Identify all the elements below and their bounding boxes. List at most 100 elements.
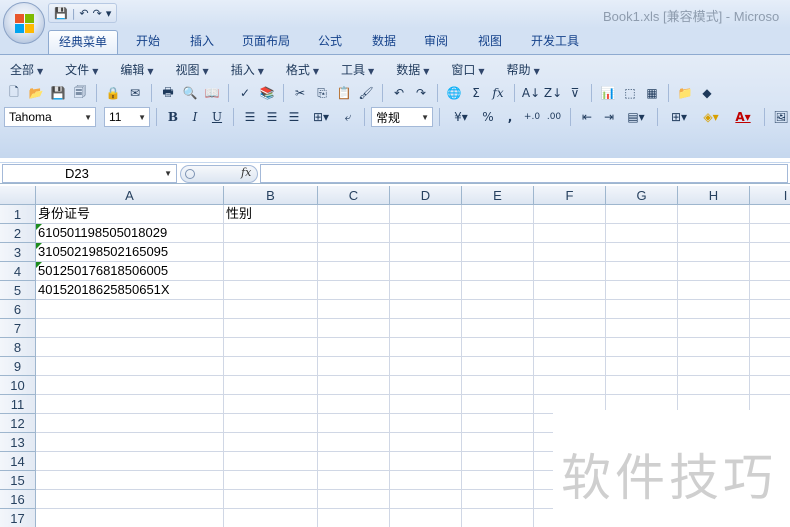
function-icon[interactable]: fx [488, 83, 508, 103]
menu-view[interactable]: 视图 ▼ [170, 59, 215, 79]
column-header-a[interactable]: A [36, 186, 224, 205]
cell-e12[interactable] [462, 414, 534, 433]
increase-decimal-button[interactable]: +.0 [522, 107, 542, 127]
menu-data[interactable]: 数据 ▼ [390, 59, 435, 79]
column-header-b[interactable]: B [224, 186, 318, 205]
customize-qat-icon[interactable]: ▾ [106, 7, 112, 20]
align-right-icon[interactable]: ☰ [284, 107, 304, 127]
save-icon[interactable]: 💾 [48, 83, 68, 103]
research-book-icon[interactable]: 📚 [257, 83, 277, 103]
cell-h1[interactable] [678, 205, 750, 224]
row-header-13[interactable]: 13 [0, 433, 36, 452]
column-header-c[interactable]: C [318, 186, 390, 205]
cell-c3[interactable] [318, 243, 390, 262]
cell-b10[interactable] [224, 376, 318, 395]
cell-c11[interactable] [318, 395, 390, 414]
row-header-11[interactable]: 11 [0, 395, 36, 414]
cell-f9[interactable] [534, 357, 606, 376]
cell-i6[interactable] [750, 300, 790, 319]
cell-h9[interactable] [678, 357, 750, 376]
cell-f3[interactable] [534, 243, 606, 262]
wrap-text-icon[interactable]: ⤶ [338, 107, 358, 127]
cell-d6[interactable] [390, 300, 462, 319]
row-header-10[interactable]: 10 [0, 376, 36, 395]
cell-d9[interactable] [390, 357, 462, 376]
cell-d14[interactable] [390, 452, 462, 471]
cell-g9[interactable] [606, 357, 678, 376]
cell-g8[interactable] [606, 338, 678, 357]
row-header-16[interactable]: 16 [0, 490, 36, 509]
cell-b16[interactable] [224, 490, 318, 509]
cell-e17[interactable] [462, 509, 534, 527]
tab-developer[interactable]: 开发工具 [520, 30, 590, 54]
cell-e16[interactable] [462, 490, 534, 509]
cell-e5[interactable] [462, 281, 534, 300]
cell-b9[interactable] [224, 357, 318, 376]
cell-b14[interactable] [224, 452, 318, 471]
font-name-select[interactable]: Tahoma ▼ [4, 107, 96, 127]
cell-a10[interactable] [36, 376, 224, 395]
spelling-icon[interactable]: ✓ [235, 83, 255, 103]
chart-icon[interactable]: 📊 [598, 83, 618, 103]
font-color-icon[interactable]: A▾ [728, 107, 758, 127]
tab-classic-menu[interactable]: 经典菜单 [48, 30, 118, 54]
cell-a1[interactable]: 身份证号 [36, 205, 224, 224]
cell-f8[interactable] [534, 338, 606, 357]
menu-tools[interactable]: 工具 ▼ [335, 59, 380, 79]
column-header-d[interactable]: D [390, 186, 462, 205]
styles-icon[interactable]: 🖼 [771, 107, 790, 127]
align-center-icon[interactable]: ☰ [262, 107, 282, 127]
cut-icon[interactable]: ✂ [290, 83, 310, 103]
row-header-7[interactable]: 7 [0, 319, 36, 338]
cell-f10[interactable] [534, 376, 606, 395]
email-icon[interactable]: ✉ [125, 83, 145, 103]
permission-icon[interactable]: 🔒 [103, 83, 123, 103]
name-box[interactable]: D23 ▼ [2, 164, 177, 183]
cell-g6[interactable] [606, 300, 678, 319]
cell-b3[interactable] [224, 243, 318, 262]
cell-e4[interactable] [462, 262, 534, 281]
cell-e13[interactable] [462, 433, 534, 452]
redo-icon[interactable]: ↷ [93, 7, 102, 20]
cell-b8[interactable] [224, 338, 318, 357]
column-header-h[interactable]: H [678, 186, 750, 205]
diamond-icon[interactable]: ◆ [697, 83, 717, 103]
cell-h6[interactable] [678, 300, 750, 319]
save-icon[interactable]: 💾 [54, 7, 68, 20]
cell-e8[interactable] [462, 338, 534, 357]
cell-c12[interactable] [318, 414, 390, 433]
decrease-decimal-button[interactable]: .00 [544, 107, 564, 127]
cell-a14[interactable] [36, 452, 224, 471]
insert-function-icon[interactable]: fx [241, 166, 251, 179]
cell-b5[interactable] [224, 281, 318, 300]
cell-d11[interactable] [390, 395, 462, 414]
cell-f1[interactable] [534, 205, 606, 224]
cell-a13[interactable] [36, 433, 224, 452]
cell-e2[interactable] [462, 224, 534, 243]
menu-format[interactable]: 格式 ▼ [280, 59, 325, 79]
cell-h4[interactable] [678, 262, 750, 281]
cell-d16[interactable] [390, 490, 462, 509]
cell-b15[interactable] [224, 471, 318, 490]
cell-b7[interactable] [224, 319, 318, 338]
cell-f7[interactable] [534, 319, 606, 338]
new-icon[interactable]: 🗋 [4, 83, 24, 103]
cell-h5[interactable] [678, 281, 750, 300]
cell-g4[interactable] [606, 262, 678, 281]
cell-h7[interactable] [678, 319, 750, 338]
cell-c9[interactable] [318, 357, 390, 376]
cell-b4[interactable] [224, 262, 318, 281]
fill-color-icon[interactable]: ◈▾ [696, 107, 726, 127]
cell-i3[interactable] [750, 243, 790, 262]
cell-e14[interactable] [462, 452, 534, 471]
cell-d17[interactable] [390, 509, 462, 527]
cell-c13[interactable] [318, 433, 390, 452]
row-header-8[interactable]: 8 [0, 338, 36, 357]
cell-d12[interactable] [390, 414, 462, 433]
cell-a12[interactable] [36, 414, 224, 433]
error-indicator-icon[interactable] [36, 224, 42, 230]
undo-icon[interactable]: ↶ [79, 7, 88, 20]
cell-d4[interactable] [390, 262, 462, 281]
cell-c15[interactable] [318, 471, 390, 490]
menu-all[interactable]: 全部 ▼ [4, 59, 49, 79]
